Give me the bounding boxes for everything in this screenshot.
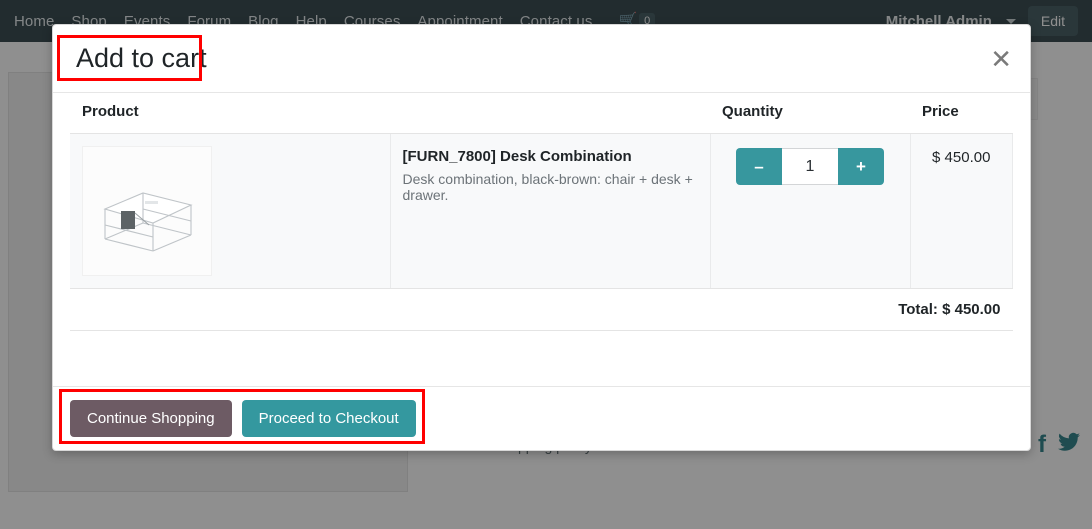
cart-table-head: Product Quantity Price	[70, 93, 1013, 134]
product-quantity-cell: – +	[710, 133, 911, 289]
close-icon[interactable]: ✕	[990, 46, 1012, 72]
quantity-input[interactable]	[782, 148, 838, 185]
desk-combination-thumbnail	[82, 146, 212, 276]
add-to-cart-modal: Add to cart ✕ Product Quantity Price [FU…	[52, 24, 1031, 451]
table-header-row: Product Quantity Price	[70, 93, 1013, 134]
product-image-cell	[70, 133, 391, 289]
product-price: $ 450.00	[932, 149, 991, 166]
column-header-price: Price	[910, 93, 1013, 134]
quantity-increase-button[interactable]: +	[838, 148, 884, 185]
proceed-to-checkout-button[interactable]: Proceed to Checkout	[241, 400, 416, 437]
continue-shopping-button[interactable]: Continue Shopping	[70, 400, 232, 437]
modal-footer: Continue Shopping Proceed to Checkout	[53, 386, 1030, 450]
desk-illustration	[83, 147, 211, 275]
page-title: Add to cart	[76, 43, 207, 73]
table-row: [FURN_7800] Desk Combination Desk combin…	[70, 133, 1013, 289]
column-header-quantity: Quantity	[710, 93, 910, 134]
product-description: Desk combination, black-brown: chair + d…	[402, 171, 693, 203]
quantity-stepper: – +	[736, 148, 884, 185]
modal-body: Product Quantity Price [FURN_7800] Desk …	[53, 93, 1030, 386]
cart-total-row: Total: $ 450.00	[70, 288, 1013, 331]
modal-header: Add to cart ✕	[53, 25, 1030, 93]
product-name: [FURN_7800] Desk Combination	[402, 148, 632, 165]
cart-table: Product Quantity Price [FURN_7800] Desk …	[70, 93, 1013, 331]
product-info-cell: [FURN_7800] Desk Combination Desk combin…	[390, 133, 711, 289]
cart-total: Total: $ 450.00	[70, 288, 1013, 331]
cart-table-body: [FURN_7800] Desk Combination Desk combin…	[70, 133, 1013, 331]
product-price-cell: $ 450.00	[910, 133, 1013, 289]
column-header-product: Product	[70, 93, 710, 134]
quantity-decrease-button[interactable]: –	[736, 148, 782, 185]
